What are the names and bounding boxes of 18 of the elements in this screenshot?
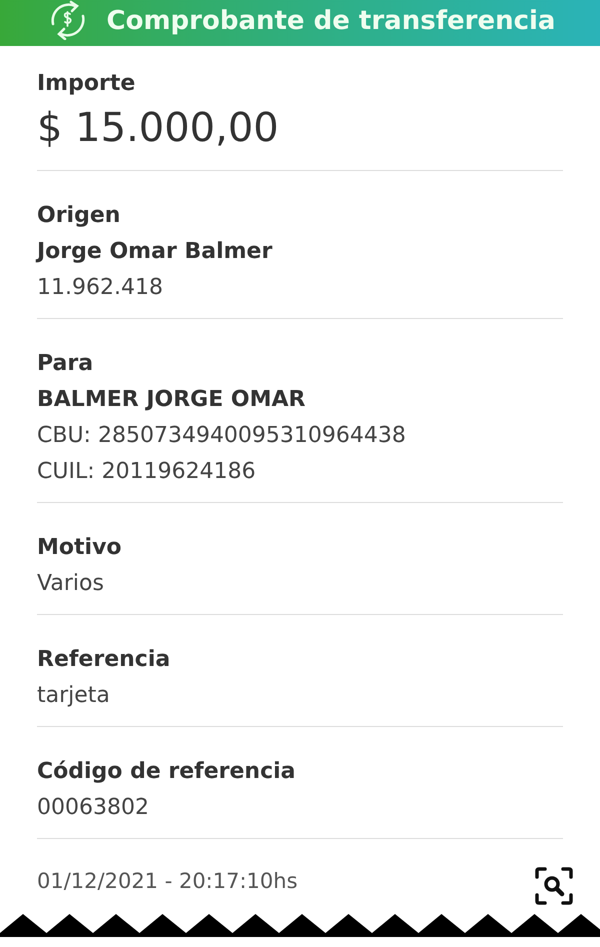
- date-time: 01/12/2021 - 20:17:10hs: [37, 868, 298, 896]
- field-label: Origen: [37, 202, 122, 230]
- field-value: Varios: [37, 570, 105, 598]
- field-value: 11.962.418: [37, 274, 164, 302]
- field-label: Referencia: [37, 646, 172, 674]
- amount-value: $ 15.000,00: [37, 104, 280, 153]
- field-value: 00063802: [37, 794, 150, 822]
- zoom-scan-icon[interactable]: [535, 867, 573, 905]
- field-value: CUIL: 20119624186: [37, 458, 257, 486]
- field-value: tarjeta: [37, 682, 111, 710]
- field-value: CBU: 2850734940095310964438: [37, 422, 407, 450]
- header-title: Comprobante de transferencia: [106, 4, 556, 38]
- field-label: Motivo: [37, 534, 123, 562]
- field-value: Jorge Omar Balmer: [37, 238, 274, 266]
- field-label: Código de referencia: [37, 758, 297, 786]
- field-label: Importe: [37, 70, 136, 98]
- field-value: BALMER JORGE OMAR: [37, 386, 306, 414]
- field-label: Para: [37, 350, 94, 378]
